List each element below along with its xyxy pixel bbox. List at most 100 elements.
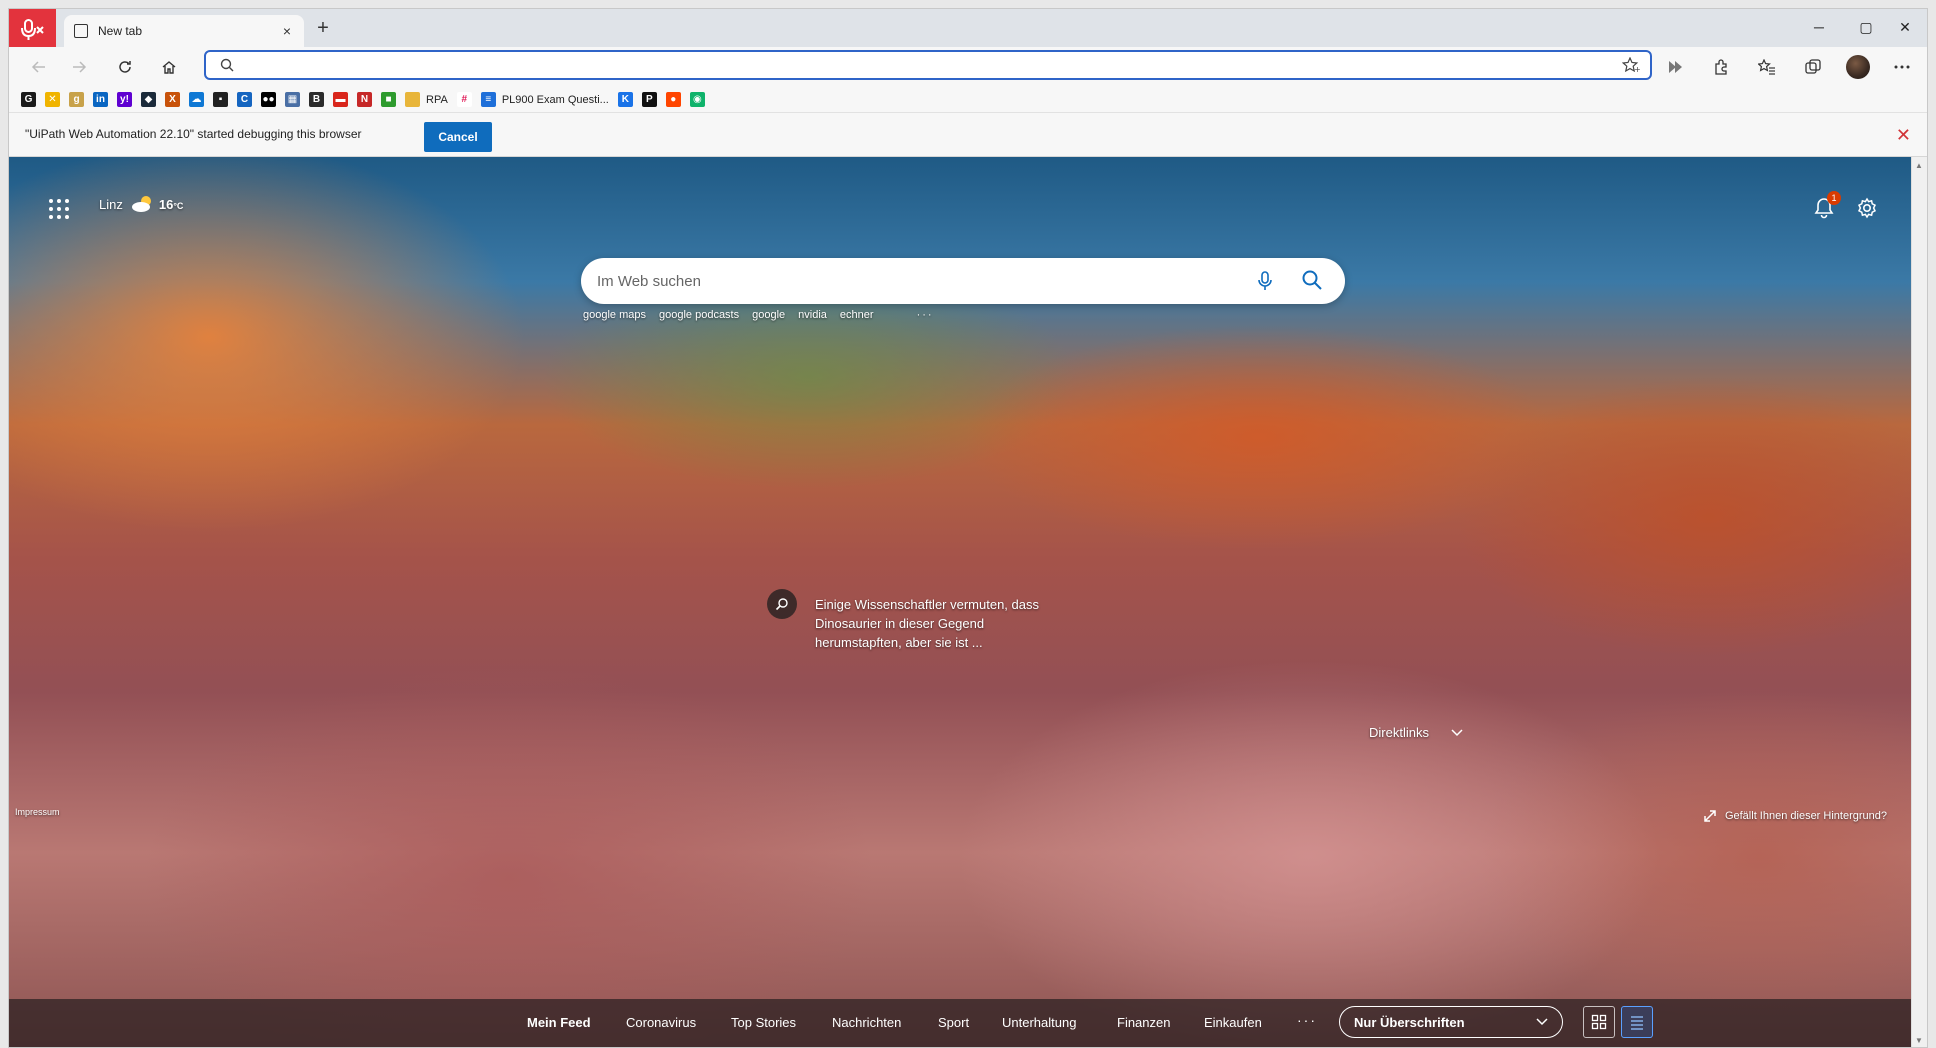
home-button[interactable] bbox=[157, 55, 181, 79]
green-dot-icon: ◉ bbox=[689, 92, 705, 107]
recent-search-link[interactable]: google podcasts bbox=[659, 309, 739, 321]
scroll-down-icon[interactable]: ▼ bbox=[1915, 1036, 1923, 1045]
feed-tab-mein-feed[interactable]: Mein Feed bbox=[527, 1015, 591, 1030]
favorite-item[interactable]: ■ bbox=[381, 89, 396, 111]
favorite-item[interactable]: y! bbox=[117, 89, 132, 111]
app-launcher-button[interactable] bbox=[49, 199, 69, 219]
read-aloud-button[interactable] bbox=[1663, 55, 1689, 79]
cancel-debugging-button[interactable]: Cancel bbox=[424, 122, 492, 152]
favorite-item[interactable]: X bbox=[165, 89, 180, 111]
impressum-link[interactable]: Impressum bbox=[15, 807, 60, 817]
feed-tab-einkaufen[interactable]: Einkaufen bbox=[1204, 1015, 1262, 1030]
feed-view-select[interactable]: Nur Überschriften bbox=[1339, 1006, 1563, 1038]
collections-button[interactable] bbox=[1800, 55, 1826, 79]
forward-button[interactable] bbox=[67, 55, 91, 79]
chevron-down-icon bbox=[1451, 728, 1463, 736]
like-background-label: Gefällt Ihnen dieser Hintergrund? bbox=[1724, 810, 1887, 822]
yahoo-icon: y! bbox=[117, 92, 132, 107]
list-layout-button[interactable] bbox=[1621, 1006, 1653, 1038]
background-story[interactable]: Einige Wissenschaftler vermuten, dass Di… bbox=[767, 589, 1065, 652]
favorite-item[interactable]: ☁ bbox=[189, 89, 204, 111]
scroll-up-icon[interactable]: ▲ bbox=[1915, 161, 1923, 170]
favorite-item[interactable]: ▬ bbox=[333, 89, 348, 111]
microphone-muted-icon bbox=[21, 19, 44, 40]
minimize-button[interactable]: ─ bbox=[1799, 15, 1839, 39]
favorite-item[interactable]: in bbox=[93, 89, 108, 111]
direktlinks-label: Direktlinks bbox=[1369, 725, 1429, 740]
more-horizontal-icon bbox=[1894, 65, 1910, 69]
favorite-item[interactable]: ▪ bbox=[213, 89, 228, 111]
arrow-left-icon bbox=[31, 61, 45, 73]
grid-app-icon: ▦ bbox=[285, 92, 300, 107]
grid-layout-button[interactable] bbox=[1583, 1006, 1615, 1038]
green-app-icon: ■ bbox=[381, 92, 396, 107]
infobar-close-icon[interactable]: ✕ bbox=[1896, 125, 1911, 146]
tab-title: New tab bbox=[98, 24, 143, 38]
search-icon bbox=[220, 58, 234, 72]
favorites-button[interactable] bbox=[1754, 55, 1780, 79]
page-settings-button[interactable] bbox=[1854, 195, 1880, 221]
voice-search-icon[interactable] bbox=[1257, 270, 1273, 292]
recent-search-link[interactable]: nvidia bbox=[798, 309, 827, 321]
feed-tab-finanzen[interactable]: Finanzen bbox=[1117, 1015, 1170, 1030]
favorite-item[interactable]: ◉ bbox=[689, 89, 705, 111]
favorites-star-icon bbox=[1758, 59, 1775, 75]
profile-button[interactable] bbox=[1845, 55, 1871, 79]
like-background-link[interactable]: Gefällt Ihnen dieser Hintergrund? bbox=[1703, 809, 1887, 823]
web-search-box bbox=[581, 258, 1345, 304]
extensions-button[interactable] bbox=[1709, 55, 1735, 79]
tab-close-icon[interactable]: × bbox=[278, 23, 296, 39]
recent-search-link[interactable]: google bbox=[752, 309, 785, 321]
feed-tab-sport[interactable]: Sport bbox=[938, 1015, 969, 1030]
favorite-item[interactable]: B bbox=[309, 89, 324, 111]
favorite-item[interactable]: P bbox=[641, 89, 657, 111]
feed-tab-coronavirus[interactable]: Coronavirus bbox=[626, 1015, 696, 1030]
favorite-item[interactable]: N bbox=[357, 89, 372, 111]
recent-search-link[interactable]: echner bbox=[840, 309, 874, 321]
favorite-item[interactable]: RPA bbox=[405, 89, 448, 111]
add-favorite-icon[interactable]: + bbox=[1622, 57, 1640, 73]
favorite-item[interactable]: G bbox=[21, 89, 36, 111]
avatar bbox=[1846, 55, 1870, 79]
refresh-button[interactable] bbox=[113, 55, 137, 79]
favorite-item[interactable]: g bbox=[69, 89, 84, 111]
direktlinks-toggle[interactable]: Direktlinks bbox=[1369, 725, 1463, 740]
p-icon: P bbox=[641, 92, 657, 107]
favorite-item[interactable]: ◆ bbox=[141, 89, 156, 111]
voice-recording-badge[interactable] bbox=[9, 9, 56, 52]
favorite-item[interactable]: ● bbox=[665, 89, 681, 111]
favorite-item[interactable]: ▦ bbox=[285, 89, 300, 111]
story-search-button[interactable] bbox=[767, 589, 797, 619]
favorite-label: PL900 Exam Questi... bbox=[501, 93, 609, 106]
close-window-button[interactable]: ✕ bbox=[1885, 15, 1925, 39]
infobar-message: "UiPath Web Automation 22.10" started de… bbox=[25, 127, 362, 141]
recent-searches-more-button[interactable]: ··· bbox=[917, 309, 934, 321]
feed-tab-top-stories[interactable]: Top Stories bbox=[731, 1015, 796, 1030]
favorite-item[interactable]: ≡ PL900 Exam Questi... bbox=[480, 89, 609, 111]
vertical-scrollbar[interactable]: ▲ ▼ bbox=[1911, 157, 1927, 1047]
browser-window: New tab × + ─ ▢ ✕ + bbox=[8, 8, 1928, 1048]
tab-new-tab[interactable]: New tab × bbox=[64, 15, 304, 47]
notifications-button[interactable]: 1 bbox=[1811, 191, 1841, 221]
search-submit-icon[interactable] bbox=[1301, 269, 1323, 291]
favorite-item[interactable]: ●● bbox=[261, 89, 276, 111]
debugging-infobar: "UiPath Web Automation 22.10" started de… bbox=[9, 113, 1927, 157]
feed-tab-unterhaltung[interactable]: Unterhaltung bbox=[1002, 1015, 1076, 1030]
new-tab-button[interactable]: + bbox=[311, 17, 335, 41]
favorite-item[interactable]: # bbox=[456, 89, 472, 111]
favorite-item[interactable]: C bbox=[237, 89, 252, 111]
favorite-item[interactable]: ✕ bbox=[45, 89, 60, 111]
web-search-input[interactable] bbox=[597, 270, 1197, 292]
weather-widget[interactable]: Linz 16°C bbox=[99, 195, 183, 213]
weather-unit: °C bbox=[173, 200, 184, 211]
feed-tab-nachrichten[interactable]: Nachrichten bbox=[832, 1015, 901, 1030]
doc-list-icon: ≡ bbox=[480, 92, 496, 107]
address-bar[interactable]: + bbox=[204, 50, 1652, 80]
settings-menu-button[interactable] bbox=[1889, 55, 1915, 79]
maximize-button[interactable]: ▢ bbox=[1846, 15, 1886, 39]
feed-more-button[interactable]: ··· bbox=[1297, 1012, 1317, 1028]
recent-search-link[interactable]: google maps bbox=[583, 309, 646, 321]
back-button[interactable] bbox=[27, 55, 51, 79]
favorite-item[interactable]: K bbox=[617, 89, 633, 111]
refresh-icon bbox=[119, 61, 131, 73]
